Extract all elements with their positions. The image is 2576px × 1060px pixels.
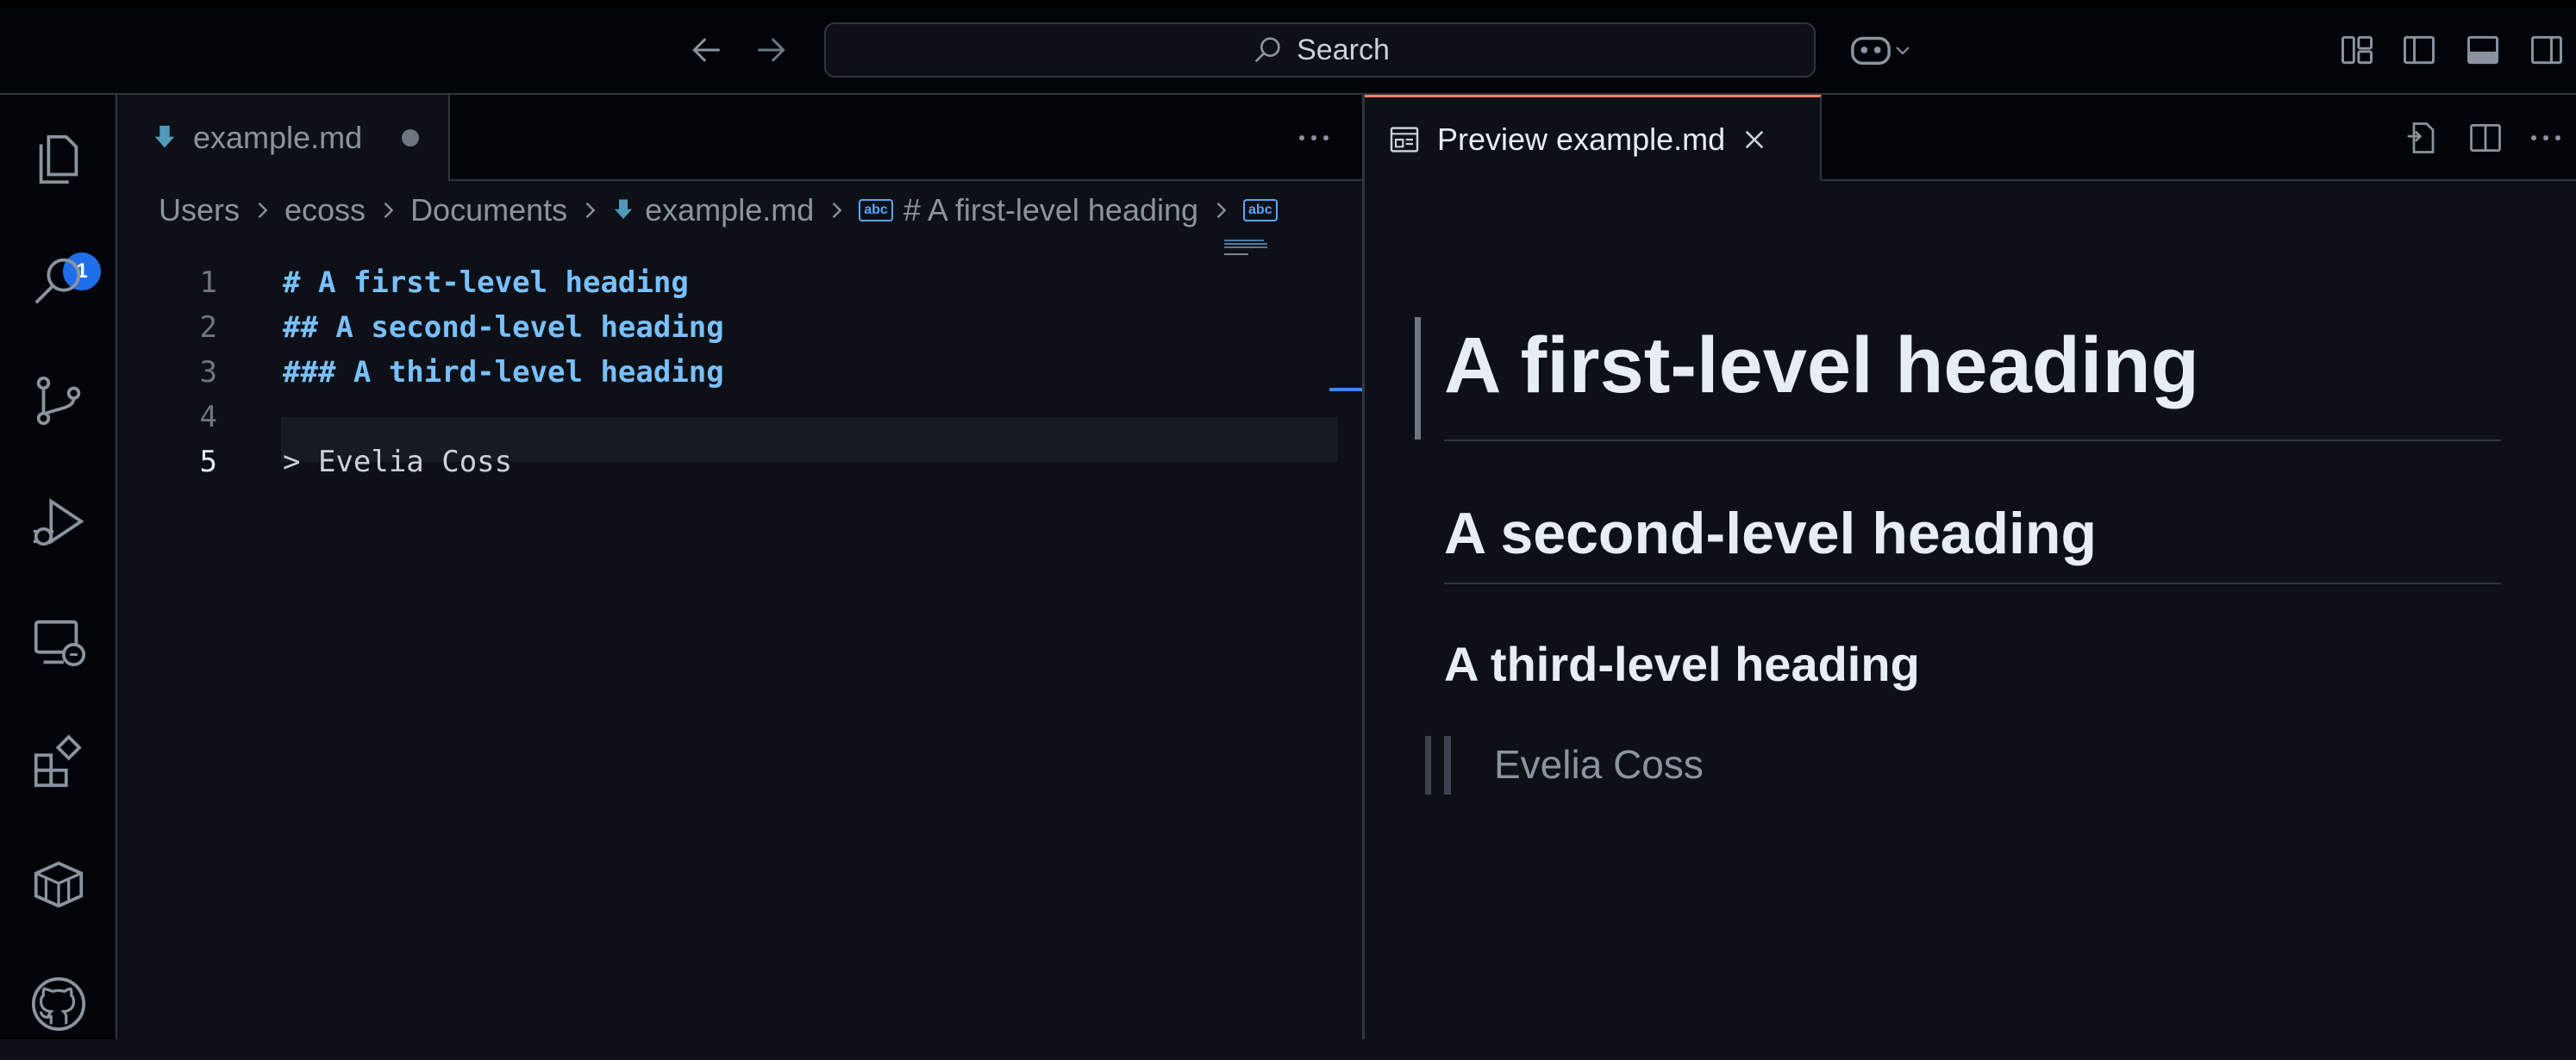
customize-layout-icon[interactable] bbox=[2333, 26, 2381, 74]
code-line[interactable]: 5 > Evelia Coss bbox=[117, 440, 1362, 484]
preview-tab-bar: Preview example.md bbox=[1365, 95, 2576, 181]
files-icon bbox=[28, 129, 89, 190]
chevron-right-icon bbox=[824, 198, 848, 222]
chevron-right-icon bbox=[578, 198, 602, 222]
preview-heading-2: A second-level heading bbox=[1444, 501, 2097, 566]
search-label: Search bbox=[1297, 33, 1390, 66]
more-actions-icon[interactable] bbox=[1290, 114, 1338, 162]
breadcrumb-users[interactable]: Users bbox=[159, 192, 240, 228]
title-bar-strip bbox=[0, 0, 2576, 9]
search-view-button[interactable] bbox=[0, 224, 117, 336]
search-icon bbox=[1250, 33, 1285, 67]
extensions-icon bbox=[28, 733, 89, 793]
code-line[interactable]: 3 ### A third-level heading bbox=[117, 350, 1362, 395]
open-source-icon[interactable] bbox=[2399, 114, 2448, 162]
line-text: ### A third-level heading bbox=[283, 355, 724, 390]
line-text: # A first-level heading bbox=[283, 265, 689, 300]
chevron-down-icon bbox=[1892, 40, 1913, 60]
scrollbar-position-indicator bbox=[1329, 388, 1362, 391]
active-line-indicator bbox=[1425, 736, 1431, 795]
line-number: 3 bbox=[199, 355, 217, 390]
line-number: 2 bbox=[199, 310, 217, 345]
string-symbol-icon: abc bbox=[1243, 199, 1278, 221]
title-bar: Search bbox=[0, 0, 2576, 95]
breadcrumb-symbol[interactable]: # A first-level heading bbox=[903, 192, 1198, 228]
preview-icon bbox=[1387, 122, 1422, 157]
search-icon bbox=[28, 250, 89, 310]
activity-bar: 1 bbox=[0, 95, 117, 1039]
chevron-right-icon bbox=[250, 198, 274, 222]
tab-label: Preview example.md bbox=[1437, 121, 1726, 157]
close-icon[interactable] bbox=[1741, 126, 1768, 153]
blockquote-bar bbox=[1444, 736, 1451, 795]
source-control-button[interactable] bbox=[0, 345, 117, 457]
breadcrumb-folder[interactable]: Documents bbox=[410, 192, 567, 228]
line-number: 1 bbox=[199, 265, 217, 300]
string-symbol-icon: abc bbox=[859, 199, 893, 221]
split-editor-icon[interactable] bbox=[2461, 114, 2510, 162]
run-debug-icon bbox=[28, 491, 89, 552]
heading-underline bbox=[1444, 440, 2501, 441]
heading-underline bbox=[1444, 583, 2501, 584]
line-number: 4 bbox=[199, 400, 217, 434]
chevron-right-icon bbox=[376, 198, 400, 222]
container-icon bbox=[28, 853, 89, 913]
remote-explorer-icon bbox=[28, 612, 89, 672]
run-debug-button[interactable] bbox=[0, 465, 117, 577]
line-text: ## A second-level heading bbox=[283, 310, 724, 345]
back-arrow-icon[interactable] bbox=[683, 26, 731, 74]
line-number: 5 bbox=[199, 445, 217, 479]
remote-explorer-button[interactable] bbox=[0, 586, 117, 698]
minimap[interactable] bbox=[1224, 240, 1276, 257]
tab-label: example.md bbox=[193, 120, 363, 155]
unsaved-dot-icon[interactable] bbox=[402, 129, 420, 147]
copilot-menu[interactable] bbox=[1841, 26, 1921, 74]
preview-heading-1: A first-level heading bbox=[1444, 321, 2199, 409]
breadcrumb-file[interactable]: example.md bbox=[645, 192, 814, 228]
command-center-search[interactable]: Search bbox=[824, 22, 1816, 78]
editor-tab-bar: example.md bbox=[117, 95, 1362, 181]
markdown-file-icon bbox=[152, 123, 178, 153]
preview-heading-3: A third-level heading bbox=[1444, 637, 1920, 691]
source-control-icon bbox=[28, 371, 89, 431]
code-editor[interactable]: 1 # A first-level heading 2 ## A second-… bbox=[117, 240, 1362, 1039]
active-line-indicator bbox=[1415, 317, 1421, 440]
breadcrumb-user[interactable]: ecoss bbox=[284, 192, 366, 228]
chevron-right-icon bbox=[1209, 198, 1233, 222]
containers-button[interactable] bbox=[0, 827, 117, 939]
explorer-button[interactable] bbox=[0, 103, 117, 215]
breadcrumb: Users ecoss Documents example.md abc # A… bbox=[117, 181, 1362, 240]
preview-blockquote: Evelia Coss bbox=[1494, 742, 1704, 787]
extensions-button[interactable] bbox=[0, 707, 117, 819]
toggle-panel-icon[interactable] bbox=[2459, 26, 2507, 74]
github-button[interactable] bbox=[0, 948, 117, 1060]
markdown-file-icon bbox=[612, 197, 635, 223]
more-actions-icon[interactable] bbox=[2522, 114, 2570, 162]
tab-example-md[interactable]: example.md bbox=[117, 95, 450, 181]
copilot-icon bbox=[1849, 31, 1892, 69]
code-line[interactable]: 1 # A first-level heading bbox=[117, 260, 1362, 305]
forward-arrow-icon[interactable] bbox=[747, 26, 795, 74]
github-icon bbox=[28, 974, 89, 1034]
code-line[interactable]: 2 ## A second-level heading bbox=[117, 305, 1362, 350]
toggle-primary-sidebar-icon[interactable] bbox=[2395, 26, 2443, 74]
toggle-secondary-sidebar-icon[interactable] bbox=[2523, 26, 2571, 74]
markdown-preview[interactable]: A first-level heading A second-level hea… bbox=[1365, 181, 2576, 1039]
line-text: > Evelia Coss bbox=[283, 445, 513, 479]
code-line[interactable]: 4 bbox=[117, 395, 1362, 440]
tab-preview-example-md[interactable]: Preview example.md bbox=[1365, 95, 1822, 181]
